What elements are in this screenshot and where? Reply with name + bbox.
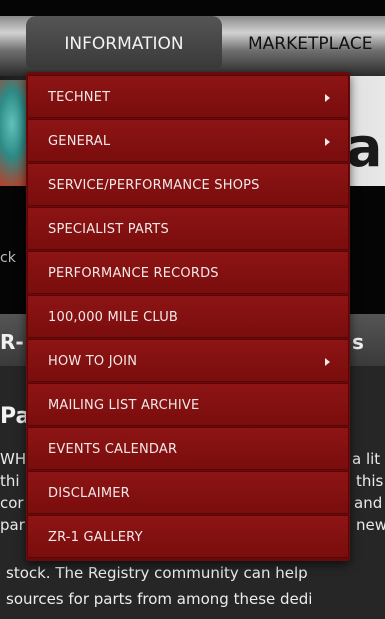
menu-item-general[interactable]: GENERAL [27, 119, 349, 162]
submenu-arrow-icon [325, 358, 330, 366]
paragraph-fragment-left: WH [0, 450, 27, 468]
menu-item-zr1-gallery[interactable]: ZR-1 GALLERY [27, 515, 349, 558]
submenu-arrow-icon [325, 138, 330, 146]
menu-item-disclaimer[interactable]: DISCLAIMER [27, 471, 349, 514]
paragraph-fragment-right: a lit [352, 450, 381, 468]
menu-item-label: PERFORMANCE RECORDS [48, 266, 219, 281]
menu-item-label: MAILING LIST ARCHIVE [48, 398, 200, 413]
menu-item-service-performance-shops[interactable]: SERVICE/PERFORMANCE SHOPS [27, 163, 349, 206]
information-dropdown-menu: TECHNET GENERAL SERVICE/PERFORMANCE SHOP… [26, 72, 350, 561]
paragraph-fragment-right: this [356, 472, 384, 490]
menu-item-events-calendar[interactable]: EVENTS CALENDAR [27, 427, 349, 470]
menu-item-label: ZR-1 GALLERY [48, 530, 143, 545]
nav-information[interactable]: INFORMATION [26, 16, 222, 68]
paragraph-fragment-left: thi [0, 472, 20, 490]
menu-item-how-to-join[interactable]: HOW TO JOIN [27, 339, 349, 382]
menu-item-performance-records[interactable]: PERFORMANCE RECORDS [27, 251, 349, 294]
section-title-right-fragment: s [352, 330, 364, 354]
menu-item-label: SERVICE/PERFORMANCE SHOPS [48, 178, 260, 193]
menu-item-label: DISCLAIMER [48, 486, 130, 501]
paragraph-line: sources for parts from among these dedi [6, 590, 313, 608]
menu-item-mailing-list-archive[interactable]: MAILING LIST ARCHIVE [27, 383, 349, 426]
menu-item-100000-mile-club[interactable]: 100,000 MILE CLUB [27, 295, 349, 338]
menu-item-label: 100,000 MILE CLUB [48, 310, 179, 325]
menu-item-label: EVENTS CALENDAR [48, 442, 178, 457]
menu-item-specialist-parts[interactable]: SPECIALIST PARTS [27, 207, 349, 250]
nav-marketplace[interactable]: MARKETPLACE [248, 16, 385, 68]
main-nav-bar: INFORMATION MARKETPLACE [0, 16, 385, 76]
paragraph-fragment-right: new [356, 516, 385, 534]
menu-item-label: TECHNET [48, 90, 111, 105]
menu-item-technet[interactable]: TECHNET [27, 75, 349, 118]
paragraph-fragment-left: par [0, 516, 25, 534]
paragraph-fragment-right: and [354, 494, 383, 512]
paragraph-line: stock. The Registry community can help [6, 564, 308, 582]
banner-title-fragment: a [346, 116, 383, 179]
paragraph-fragment-left: cor [0, 494, 24, 512]
menu-item-label: HOW TO JOIN [48, 354, 138, 369]
menu-item-label: GENERAL [48, 134, 111, 149]
side-text-fragment: ck [0, 250, 16, 266]
top-strip [0, 0, 385, 16]
submenu-arrow-icon [325, 94, 330, 102]
menu-item-label: SPECIALIST PARTS [48, 222, 169, 237]
